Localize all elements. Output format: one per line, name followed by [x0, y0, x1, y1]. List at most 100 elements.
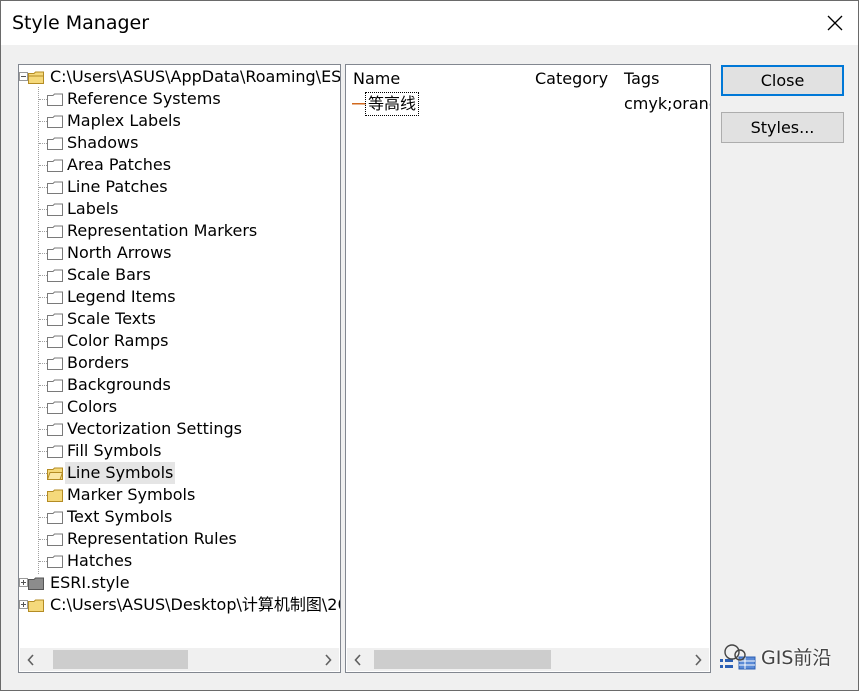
- scroll-left-button[interactable]: [347, 648, 369, 671]
- tree-item-label: Representation Rules: [67, 529, 237, 548]
- folder-icon: [47, 291, 63, 304]
- column-header-name[interactable]: Name: [346, 65, 528, 93]
- tree-item[interactable]: Scale Bars: [19, 264, 319, 286]
- tree-connector: [39, 165, 47, 166]
- folder-icon: [47, 181, 63, 194]
- style-tree[interactable]: C:\Users\ASUS\AppData\Roaming\ESRI\ Refe…: [18, 64, 341, 673]
- tree-item[interactable]: Labels: [19, 198, 319, 220]
- tree-item-label: Representation Markers: [67, 221, 258, 240]
- symbol-tags: cmyk;orange: [624, 94, 710, 113]
- scroll-right-button[interactable]: [317, 648, 339, 671]
- tree-connector: [39, 451, 47, 452]
- tree-root-desktop[interactable]: C:\Users\ASUS\Desktop\计算机制图\2017: [19, 594, 340, 616]
- column-header-category[interactable]: Category: [528, 65, 618, 93]
- list-horizontal-scrollbar[interactable]: [347, 648, 709, 671]
- tree-item[interactable]: Legend Items: [19, 286, 319, 308]
- tree-item-label: Color Ramps: [67, 331, 169, 350]
- tree-connector: [39, 517, 47, 518]
- tree-item-label: Labels: [67, 199, 119, 218]
- tree-item[interactable]: Backgrounds: [19, 374, 319, 396]
- scroll-right-button[interactable]: [687, 648, 709, 671]
- expand-toggle-icon[interactable]: [19, 600, 28, 609]
- tree-item[interactable]: Shadows: [19, 132, 319, 154]
- tree-item-label: Text Symbols: [67, 507, 173, 526]
- tree-item[interactable]: Maplex Labels: [19, 110, 319, 132]
- scroll-thumb[interactable]: [374, 650, 551, 669]
- tree-item[interactable]: Line Symbols: [19, 462, 319, 484]
- tree-connector: [39, 187, 47, 188]
- tree-item-label: Shadows: [67, 133, 139, 152]
- style-manager-window: Style Manager C:\Users\ASUS\AppData\Roam…: [0, 0, 859, 691]
- tree-item[interactable]: Vectorization Settings: [19, 418, 319, 440]
- tree-connector: [39, 473, 47, 474]
- tree-item[interactable]: Fill Symbols: [19, 440, 319, 462]
- symbol-list[interactable]: Name Category Tags 等高线 cmyk;orange: [345, 64, 711, 673]
- tree-item[interactable]: Representation Markers: [19, 220, 319, 242]
- tree-item[interactable]: Marker Symbols: [19, 484, 319, 506]
- expand-toggle-icon[interactable]: [19, 578, 28, 587]
- tree-item-label: Line Patches: [67, 177, 168, 196]
- tree-item[interactable]: Area Patches: [19, 154, 319, 176]
- folder-icon: [47, 247, 63, 260]
- tree-connector: [39, 121, 47, 122]
- tree-item[interactable]: Representation Rules: [19, 528, 319, 550]
- tree-item[interactable]: Borders: [19, 352, 319, 374]
- tree-item-label: Hatches: [67, 551, 133, 570]
- style-folder-icon: [28, 577, 44, 590]
- folder-icon: [47, 555, 63, 568]
- tree-connector: [39, 363, 47, 364]
- tree-connector: [39, 143, 47, 144]
- folder-icon: [28, 599, 44, 612]
- tree-root-esri-style[interactable]: ESRI.style: [19, 572, 340, 594]
- tree-item[interactable]: Line Patches: [19, 176, 319, 198]
- tree-connector: [39, 495, 47, 496]
- expand-toggle-icon[interactable]: [19, 72, 28, 81]
- list-item[interactable]: 等高线 cmyk;orange: [346, 92, 710, 116]
- title-bar: Style Manager: [1, 1, 858, 45]
- close-icon: [827, 15, 843, 31]
- close-button[interactable]: Close: [721, 65, 844, 96]
- folder-icon: [47, 445, 63, 458]
- folder-icon: [47, 203, 63, 216]
- column-header-tags[interactable]: Tags: [617, 65, 710, 93]
- folder-icon: [47, 225, 63, 238]
- tree-item-label: Maplex Labels: [67, 111, 181, 130]
- tree-item-label: Borders: [67, 353, 129, 372]
- tree-item[interactable]: Text Symbols: [19, 506, 319, 528]
- tree-item-label: Fill Symbols: [67, 441, 162, 460]
- chevron-left-icon: [354, 653, 361, 666]
- folder-icon: [47, 511, 63, 524]
- window-close-button[interactable]: [812, 1, 858, 45]
- tree-horizontal-scrollbar[interactable]: [20, 648, 339, 671]
- symbol-name: 等高线: [364, 92, 420, 116]
- tree-item[interactable]: Colors: [19, 396, 319, 418]
- chevron-right-icon: [695, 653, 702, 666]
- tree-item-label: Legend Items: [67, 287, 176, 306]
- tree-item[interactable]: North Arrows: [19, 242, 319, 264]
- tree-connector: [39, 99, 47, 100]
- tree-item-label: Scale Texts: [67, 309, 156, 328]
- tree-item[interactable]: Reference Systems: [19, 88, 319, 110]
- scroll-thumb[interactable]: [53, 650, 188, 669]
- tree-item[interactable]: Scale Texts: [19, 308, 319, 330]
- window-title: Style Manager: [12, 12, 150, 34]
- folder-icon: [47, 379, 63, 392]
- tree-item-label: Line Symbols: [65, 462, 176, 484]
- tree-connector: [39, 539, 47, 540]
- tree-root-label: C:\Users\ASUS\Desktop\计算机制图\2017: [50, 595, 341, 614]
- tree-item-label: Reference Systems: [67, 89, 221, 108]
- tree-connector: [39, 209, 47, 210]
- folder-icon: [47, 313, 63, 326]
- chevron-left-icon: [27, 653, 34, 666]
- tree-root-roaming[interactable]: C:\Users\ASUS\AppData\Roaming\ESRI\: [19, 66, 340, 88]
- tree-connector: [39, 275, 47, 276]
- scroll-left-button[interactable]: [20, 648, 42, 671]
- chevron-right-icon: [325, 653, 332, 666]
- tree-connector: [39, 297, 47, 298]
- open-folder-icon: [28, 71, 44, 84]
- tree-item[interactable]: Hatches: [19, 550, 319, 572]
- tree-item[interactable]: Color Ramps: [19, 330, 319, 352]
- styles-button[interactable]: Styles...: [721, 112, 844, 143]
- folder-icon: [47, 489, 63, 502]
- tree-connector: [39, 407, 47, 408]
